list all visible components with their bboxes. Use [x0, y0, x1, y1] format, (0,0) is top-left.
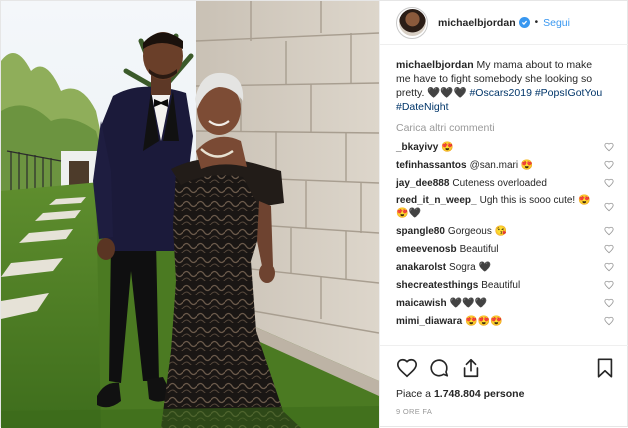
- hashtag-datenight[interactable]: #DateNight: [396, 101, 449, 113]
- comment-row: _bkayivy 😍: [396, 138, 616, 156]
- likes-suffix: persone: [483, 388, 525, 400]
- comment-row: spangle80 Gorgeous 😘: [396, 222, 616, 240]
- caption: michaelbjordan My mama about to make me …: [396, 58, 616, 114]
- comment-row: jay_dee888 Cuteness overloaded: [396, 174, 616, 192]
- bookmark-icon[interactable]: [594, 357, 616, 379]
- hashtag-popsigotyou[interactable]: #PopsIGotYou: [535, 87, 602, 99]
- comment-heart-icon[interactable]: [604, 178, 614, 188]
- post-timestamp: 9 ore fa: [396, 407, 433, 416]
- comment-heart-icon[interactable]: [604, 226, 614, 236]
- comment-text: 😍: [441, 141, 454, 153]
- comment-heart-icon[interactable]: [604, 160, 614, 170]
- share-icon[interactable]: [460, 357, 482, 379]
- comment-username[interactable]: shecreatesthings: [396, 280, 478, 291]
- header-username[interactable]: michaelbjordan: [438, 17, 516, 29]
- comment-heart-icon[interactable]: [604, 142, 614, 152]
- comment-heart-icon[interactable]: [604, 280, 614, 290]
- comment-row: reed_it_n_weep_ Ugh this is sooo cute! 😍😍…: [396, 192, 616, 222]
- verified-badge-icon: [518, 17, 530, 28]
- comment-heart-icon[interactable]: [604, 202, 614, 212]
- avatar[interactable]: [396, 6, 428, 39]
- comment-row: tefinhassantos @san.mari 😍: [396, 156, 616, 174]
- header-separator: •: [534, 17, 539, 28]
- comment-text: Gorgeous 😘: [447, 225, 508, 237]
- comment-text: 😍😍😍: [465, 315, 503, 327]
- load-more-comments-button[interactable]: Carica altri commenti: [396, 122, 616, 134]
- comment-username[interactable]: jay_dee888: [396, 178, 449, 189]
- comment-text: Beautiful: [481, 279, 521, 291]
- comment-username[interactable]: anakarolst: [396, 262, 446, 273]
- likes-number: 1.748.804: [433, 388, 481, 400]
- post-header: michaelbjordan • Segui: [380, 1, 628, 45]
- comment-text: Sogra 🖤: [449, 261, 491, 273]
- comment-username[interactable]: _bkayivy: [396, 142, 438, 153]
- comment-row: shecreatesthings Beautiful: [396, 276, 616, 294]
- likes-count[interactable]: Piace a 1.748.804 persone: [396, 388, 616, 400]
- follow-button[interactable]: Segui: [543, 17, 570, 29]
- comment-text: @san.mari 😍: [469, 159, 534, 171]
- heart-icon[interactable]: [396, 357, 418, 379]
- comment-heart-icon[interactable]: [604, 298, 614, 308]
- comment-text: Beautiful: [459, 243, 499, 255]
- comment-username[interactable]: reed_it_n_weep_: [396, 195, 477, 206]
- comment-row: mimi_diawara 😍😍😍: [396, 312, 616, 330]
- comment-icon[interactable]: [428, 357, 450, 379]
- comment-heart-icon[interactable]: [604, 262, 614, 272]
- post-sidebar: michaelbjordan • Segui michaelbjordan My…: [379, 1, 628, 428]
- comment-username[interactable]: maicawish: [396, 298, 447, 309]
- comment-row: emeevenosb Beautiful: [396, 240, 616, 258]
- photo-illustration: [1, 1, 379, 428]
- comment-text: 🖤🖤🖤: [449, 297, 487, 309]
- avatar-image: [398, 9, 426, 36]
- comment-row: anakarolst Sogra 🖤: [396, 258, 616, 276]
- comment-username[interactable]: mimi_diawara: [396, 316, 462, 327]
- action-bar: Piace a 1.748.804 persone 9 ore fa: [380, 345, 628, 416]
- action-icons: [396, 354, 616, 382]
- comment-heart-icon[interactable]: [604, 244, 614, 254]
- caption-username[interactable]: michaelbjordan: [396, 59, 474, 71]
- comment-heart-icon[interactable]: [604, 316, 614, 326]
- comments-section[interactable]: michaelbjordan My mama about to make me …: [380, 53, 628, 345]
- instagram-post: michaelbjordan • Segui michaelbjordan My…: [0, 0, 628, 428]
- comment-username[interactable]: spangle80: [396, 226, 445, 237]
- comment-text: Cuteness overloaded: [452, 177, 547, 189]
- comment-username[interactable]: tefinhassantos: [396, 160, 467, 171]
- comment-username[interactable]: emeevenosb: [396, 244, 457, 255]
- comment-row: maicawish 🖤🖤🖤: [396, 294, 616, 312]
- post-photo[interactable]: [1, 1, 379, 428]
- hashtag-oscars2019[interactable]: #Oscars2019: [469, 87, 531, 99]
- likes-prefix: Piace a: [396, 388, 432, 400]
